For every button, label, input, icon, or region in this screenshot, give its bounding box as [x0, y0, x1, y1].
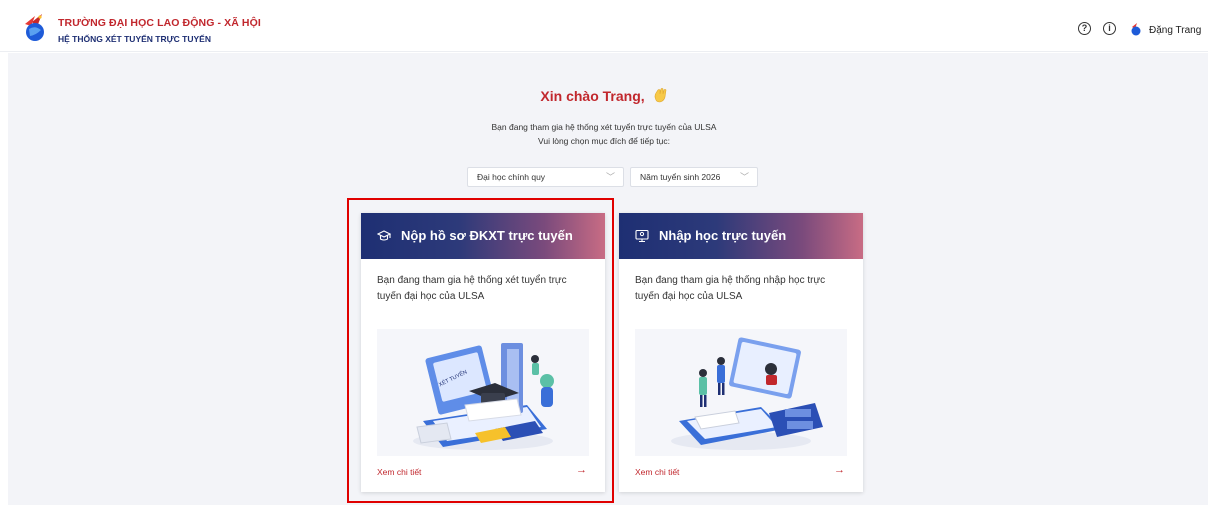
greeting-title: Xin chào Trang,: [0, 87, 1208, 104]
app-header: TRƯỜNG ĐẠI HỌC LAO ĐỘNG - XÃ HỘI HỆ THỐN…: [0, 0, 1208, 52]
program-select[interactable]: Đại học chính quy ﹀: [467, 167, 624, 187]
user-avatar[interactable]: [1130, 21, 1142, 36]
main-content: [8, 53, 1208, 505]
graduation-cap-icon: [377, 230, 391, 241]
view-details-link[interactable]: Xem chi tiết: [635, 467, 679, 477]
greeting-instruction: Vui lòng chọn mục đích để tiếp tục:: [538, 136, 670, 146]
card-online-application[interactable]: Nộp hồ sơ ĐKXT trực tuyến Bạn đang tham …: [361, 213, 605, 492]
year-select-value: Năm tuyển sinh 2026: [640, 172, 721, 182]
waving-hand-icon: [654, 88, 666, 103]
monitor-icon: [635, 229, 649, 243]
info-icon[interactable]: i: [1103, 22, 1116, 35]
card-online-enrollment[interactable]: Nhập học trực tuyến Bạn đang tham gia hệ…: [619, 213, 863, 492]
chevron-down-icon: ﹀: [605, 172, 615, 182]
view-details-link[interactable]: Xem chi tiết: [377, 467, 421, 477]
year-select[interactable]: Năm tuyển sinh 2026 ﹀: [630, 167, 758, 187]
arrow-right-icon[interactable]: →: [576, 464, 587, 476]
help-icon[interactable]: ?: [1078, 22, 1091, 35]
university-name: TRƯỜNG ĐẠI HỌC LAO ĐỘNG - XÃ HỘI: [58, 17, 261, 29]
card-description: Bạn đang tham gia hệ thống xét tuyển trự…: [377, 275, 567, 302]
card-description: Bạn đang tham gia hệ thống nhập học trực…: [635, 275, 826, 302]
enrollment-illustration: [635, 329, 847, 456]
program-select-value: Đại học chính quy: [477, 172, 546, 182]
chevron-down-icon: ﹀: [739, 172, 749, 182]
arrow-right-icon[interactable]: →: [834, 464, 845, 476]
user-name[interactable]: Đặng Trang: [1149, 25, 1201, 36]
card-header: Nộp hồ sơ ĐKXT trực tuyến: [361, 213, 605, 259]
card-header: Nhập học trực tuyến: [619, 213, 863, 259]
university-logo[interactable]: [22, 12, 48, 42]
card-title: Nhập học trực tuyến: [659, 228, 787, 243]
greeting-text: Xin chào Trang,: [540, 88, 645, 104]
system-name: HỆ THỐNG XÉT TUYỂN TRỰC TUYẾN: [58, 34, 211, 44]
admission-illustration: XÉT TUYỂN: [377, 329, 589, 456]
card-title: Nộp hồ sơ ĐKXT trực tuyến: [401, 228, 573, 243]
greeting-subtitle: Bạn đang tham gia hệ thống xét tuyển trự…: [491, 122, 717, 132]
